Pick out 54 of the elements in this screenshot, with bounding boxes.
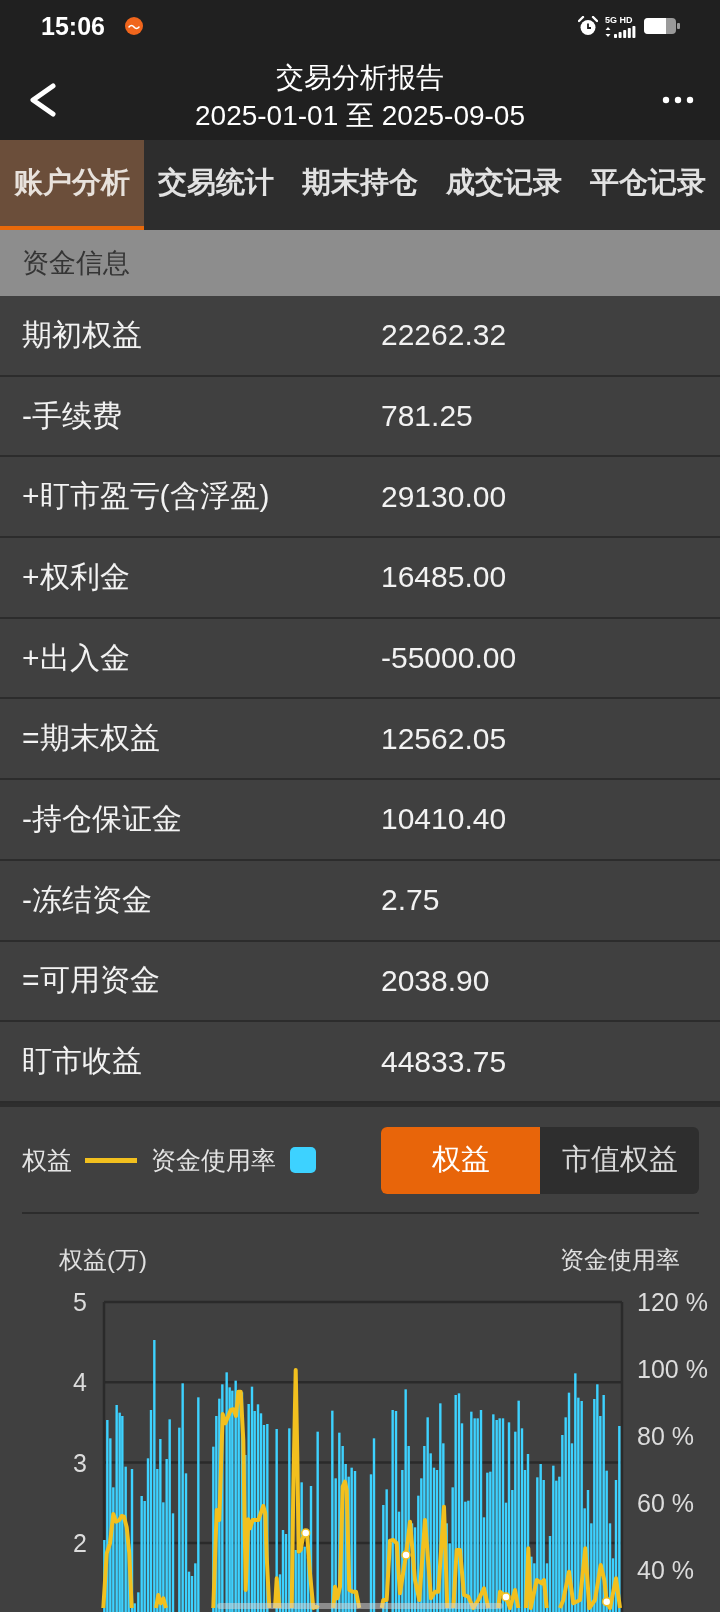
battery-icon: [644, 17, 680, 35]
tab[interactable]: 成交记录: [432, 140, 576, 230]
data-point-marker: [300, 1528, 311, 1538]
data-point-marker: [401, 1550, 411, 1560]
axis-tick-label: 80 %: [637, 1421, 694, 1450]
row-label: 期初权益: [21, 316, 143, 353]
row-value: 44833.75: [381, 1044, 507, 1079]
row-label: 盯市收益: [21, 1043, 143, 1080]
row-value: 2038.90: [381, 963, 490, 998]
row-value: 29130.00: [381, 479, 507, 514]
toggle-option[interactable]: 市值权益: [540, 1126, 699, 1194]
row-label: =可用资金: [21, 962, 161, 999]
row-label: -冻结资金: [21, 881, 153, 918]
row-label: +出入金: [21, 639, 131, 676]
row-label: +权利金: [21, 558, 131, 595]
row-label: -手续费: [21, 397, 123, 434]
network-label: 5G HD: [605, 14, 633, 25]
axis-tick-label: 2: [73, 1528, 87, 1557]
row-value: 781.25: [381, 399, 473, 434]
row-label: =期末权益: [21, 720, 161, 757]
more-icon: [662, 96, 694, 104]
axis-tick-label: 40 %: [637, 1555, 694, 1584]
row-value: 16485.00: [381, 560, 507, 595]
section-header: 资金信息: [0, 230, 720, 296]
data-point-marker: [501, 1592, 511, 1602]
tab[interactable]: 平仓记录: [576, 140, 720, 230]
page-title: 交易分析报告: [275, 61, 445, 95]
row-value: 12562.05: [381, 721, 507, 756]
axis-tick-label: 5: [73, 1287, 87, 1316]
row-value: -55000.00: [381, 641, 517, 676]
axis-tick-label: 100 %: [637, 1354, 708, 1383]
axis-tick-label: 60 %: [637, 1488, 694, 1517]
date-range: 2025-01-01 至 2025-09-05: [194, 99, 526, 133]
row-value: 10410.40: [381, 802, 507, 837]
signal-icon: [605, 25, 637, 38]
legend-label: 权益: [22, 1144, 72, 1176]
more-button[interactable]: [662, 96, 694, 104]
axis-title: 资金使用率: [560, 1244, 680, 1275]
row-value: 22262.32: [381, 318, 507, 353]
legend-label: 资金使用率: [151, 1144, 276, 1176]
axis-tick-label: 4: [73, 1368, 87, 1397]
tab[interactable]: 交易统计: [144, 140, 288, 230]
data-point-marker: [601, 1596, 612, 1607]
tab[interactable]: 期末持仓: [288, 140, 432, 230]
app-icon: [124, 17, 143, 35]
axis-tick-label: 120 %: [637, 1287, 708, 1316]
axis-tick-label: 3: [73, 1448, 87, 1477]
tab[interactable]: 账户分析: [0, 140, 144, 230]
clock-time: 15:06: [41, 11, 105, 41]
axis-title: 权益(万): [59, 1244, 147, 1275]
row-label: -持仓保证金: [21, 800, 183, 837]
row-value: 2.75: [381, 883, 440, 918]
row-label: +盯市盈亏(含浮盈): [21, 478, 271, 515]
alarm-clock-icon: [578, 16, 598, 36]
